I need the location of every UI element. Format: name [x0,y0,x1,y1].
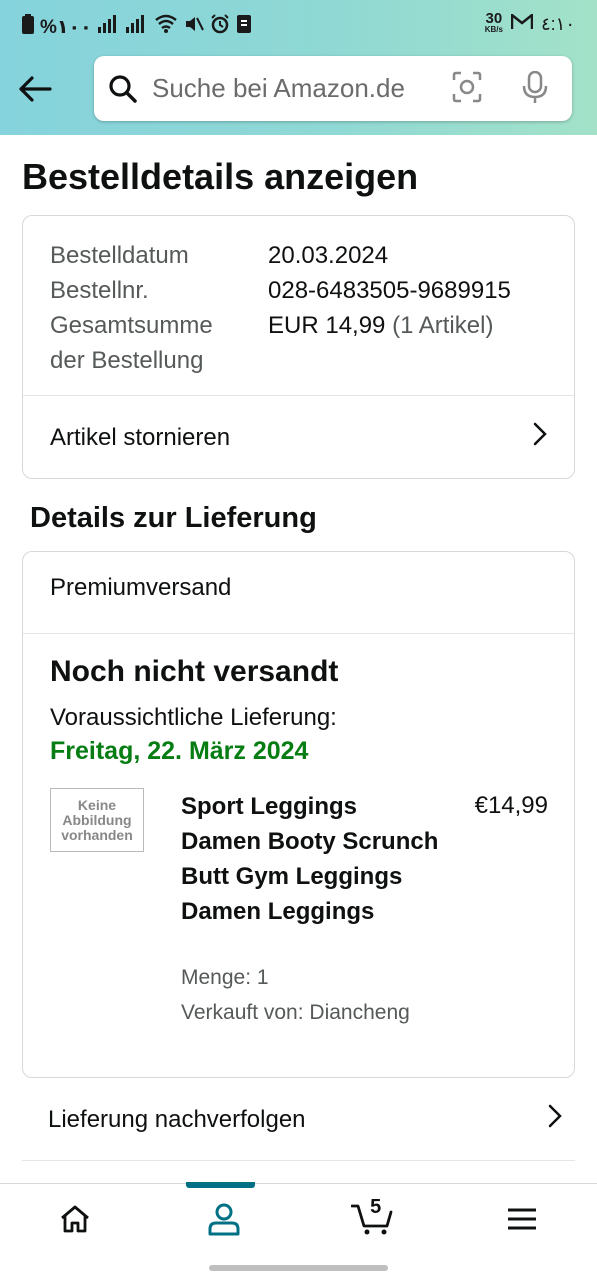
track-delivery-label: Lieferung nachverfolgen [48,1105,306,1133]
order-total-label-line1: Gesamtsumme [50,312,213,339]
product-seller: Verkauft von: Diancheng [181,1001,410,1024]
alarm-icon [210,14,230,40]
eta-label: Voraussichtliche Lieferung: [50,704,337,731]
no-image-line1: Keine [77,796,117,813]
signal-icon-2 [125,15,148,39]
top-header: %١٠٠ 30 KB/s ٤:١٠ Suche bei Amazon.de [0,0,597,135]
bottom-nav: 5 [0,1182,597,1259]
home-icon [59,1204,91,1239]
divider [23,633,574,634]
order-total-amount: EUR 14,99 [268,312,386,339]
clock: ٤:١٠ [540,14,575,34]
page-title: Bestelldetails anzeigen [22,156,419,197]
battery-percent: %١٠٠ [40,16,92,38]
camera-scan-icon[interactable] [452,71,482,108]
net-speed-unit: KB/s [484,25,503,34]
order-number-label: Bestellnr. [50,277,149,304]
order-total-label-line2: der Bestellung [50,347,204,374]
mute-icon [184,14,204,40]
order-date-row: Bestelldatum 20.03.2024 [50,238,511,273]
app-notification-icon [236,14,252,40]
order-date-value: 20.03.2024 [268,242,389,269]
order-total-row: Gesamtsumme der Bestellung EUR 14,99 (1 … [50,308,511,378]
status-left: %١٠٠ [22,14,252,40]
delivery-card: Premiumversand Noch nicht versandt Vorau… [22,551,575,1078]
no-image-line3: vorhanden [61,826,133,843]
order-summary-card: Bestelldatum 20.03.2024 Bestellnr. 028-6… [22,215,575,479]
order-number-row: Bestellnr. 028-6483505-9689915 [50,273,511,308]
no-image-line2: Abbildung [62,811,132,828]
gesture-bar[interactable] [209,1265,388,1271]
net-speed: 30 KB/s [484,10,503,35]
cancel-items-link[interactable]: Artikel stornieren [23,396,574,479]
eta-date: Freitag, 22. März 2024 [50,737,309,765]
search-icon [108,74,138,109]
delivery-section-title: Details zur Lieferung [30,502,317,534]
menu-icon [507,1207,537,1236]
cancel-items-label: Artikel stornieren [50,423,231,451]
nav-menu[interactable] [448,1184,597,1259]
status-bar: %١٠٠ 30 KB/s ٤:١٠ [0,0,597,50]
shipping-type: Premiumversand [50,574,232,601]
nav-cart[interactable]: 5 [299,1184,448,1259]
user-icon [207,1202,241,1241]
order-info: Bestelldatum 20.03.2024 Bestellnr. 028-6… [50,238,511,378]
track-delivery-link[interactable]: Lieferung nachverfolgen [22,1079,575,1161]
wifi-icon [154,14,178,40]
cart-count: 5 [370,1196,382,1218]
order-total-label: Gesamtsumme der Bestellung [50,308,268,378]
order-total-value: EUR 14,99 (1 Artikel) [268,308,493,378]
product-image-placeholder[interactable]: Keine Abbildung vorhanden [50,788,144,852]
order-total-items: (1 Artikel) [392,312,494,339]
product-title-link[interactable]: Sport Leggings Damen Booty Scrunch Butt … [181,789,441,929]
search-bar[interactable] [94,56,572,121]
back-arrow-icon[interactable] [14,68,56,110]
status-right: 30 KB/s ٤:١٠ [484,10,575,35]
cart-icon: 5 [350,1196,395,1241]
battery-icon [22,14,34,40]
order-date-label: Bestelldatum [50,242,189,269]
nav-account[interactable] [149,1182,298,1259]
order-number-value: 028-6483505-9689915 [268,277,511,304]
shipment-status: Noch nicht versandt [50,655,339,688]
nav-home[interactable] [0,1184,149,1259]
microphone-icon[interactable] [522,70,548,110]
product-price: €14,99 [474,792,548,819]
search-input[interactable] [152,68,442,108]
product-quantity: Menge: 1 [181,966,269,989]
signal-icon [97,15,120,39]
chevron-right-icon [547,1103,563,1136]
gmail-icon [510,12,534,35]
net-speed-value: 30 [485,10,503,27]
chevron-right-icon [532,421,548,454]
